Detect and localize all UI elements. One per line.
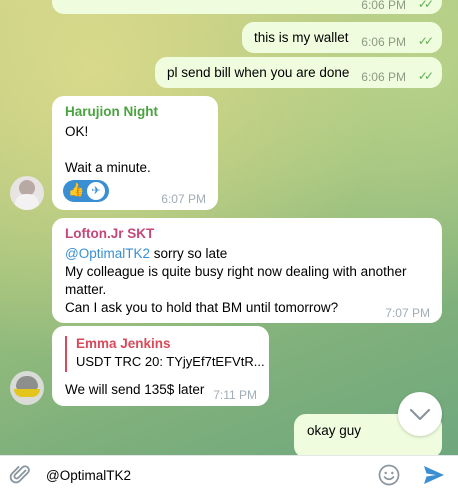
- message-time: 6:06 PM: [361, 0, 406, 12]
- message-time: 7:11 PM: [213, 388, 257, 402]
- message-time: 6:06 PM: [361, 70, 406, 84]
- message-text: sorry so late: [149, 246, 228, 261]
- incoming-message[interactable]: Lofton.Jr SKT @OptimalTK2 sorry so late …: [52, 218, 442, 323]
- message-text: We will send 135$ later: [65, 382, 205, 397]
- reply-text: USDT TRC 20: TYjyEf7tEFVtR...: [76, 354, 265, 369]
- message-text: pl send bill when you are done: [167, 65, 350, 80]
- message-line: Can I ask you to hold that BM until tomo…: [65, 300, 339, 315]
- message-input[interactable]: [46, 464, 346, 486]
- sender-name: Harujion Night: [65, 104, 158, 119]
- reply-sender-name: Emma Jenkins: [76, 336, 171, 351]
- reaction-badge[interactable]: 👍 ✈: [63, 180, 109, 202]
- avatar[interactable]: [10, 371, 44, 405]
- message-line: matter.: [65, 282, 107, 297]
- message-text: okay guy: [307, 423, 362, 438]
- incoming-message[interactable]: Emma Jenkins USDT TRC 20: TYjyEf7tEFVtR.…: [52, 326, 269, 406]
- message-line: OK!: [65, 124, 89, 139]
- message-time: 6:07 PM: [161, 192, 206, 206]
- paperclip-icon[interactable]: [9, 463, 33, 487]
- read-checks-icon: ✓✓: [417, 0, 434, 11]
- message-line: My colleague is quite busy right now dea…: [65, 264, 407, 279]
- avatar[interactable]: [10, 176, 44, 210]
- thumbs-up-icon: 👍: [68, 182, 85, 197]
- chevron-down-icon: [409, 408, 431, 421]
- message-time: 7:07 PM: [385, 306, 430, 320]
- incoming-message[interactable]: Harujion Night OK! Wait a minute. 👍 ✈ 6:…: [52, 96, 218, 210]
- reply-preview[interactable]: Emma Jenkins USDT TRC 20: TYjyEf7tEFVtR.…: [65, 336, 266, 372]
- read-checks-icon: ✓✓: [417, 34, 434, 48]
- outgoing-message[interactable]: pl send bill when you are done 6:06 PM ✓…: [155, 57, 442, 88]
- mention-link[interactable]: @OptimalTK2: [65, 246, 150, 261]
- message-line: Wait a minute.: [65, 160, 151, 175]
- outgoing-message[interactable]: 6:06 PM ✓✓: [52, 0, 442, 14]
- emoji-icon[interactable]: [377, 463, 401, 487]
- read-checks-icon: ✓✓: [417, 69, 434, 83]
- scroll-down-button[interactable]: [398, 392, 442, 436]
- send-icon[interactable]: [421, 462, 447, 488]
- message-time: 6:06 PM: [361, 35, 406, 49]
- reactor-avatar: ✈: [87, 182, 105, 200]
- outgoing-message[interactable]: this is my wallet 6:06 PM ✓✓: [242, 22, 442, 53]
- message-text: this is my wallet: [254, 30, 349, 45]
- message-input-bar: [0, 455, 458, 495]
- message-line: @OptimalTK2 sorry so late: [65, 244, 227, 263]
- sender-name: Lofton.Jr SKT: [65, 226, 155, 241]
